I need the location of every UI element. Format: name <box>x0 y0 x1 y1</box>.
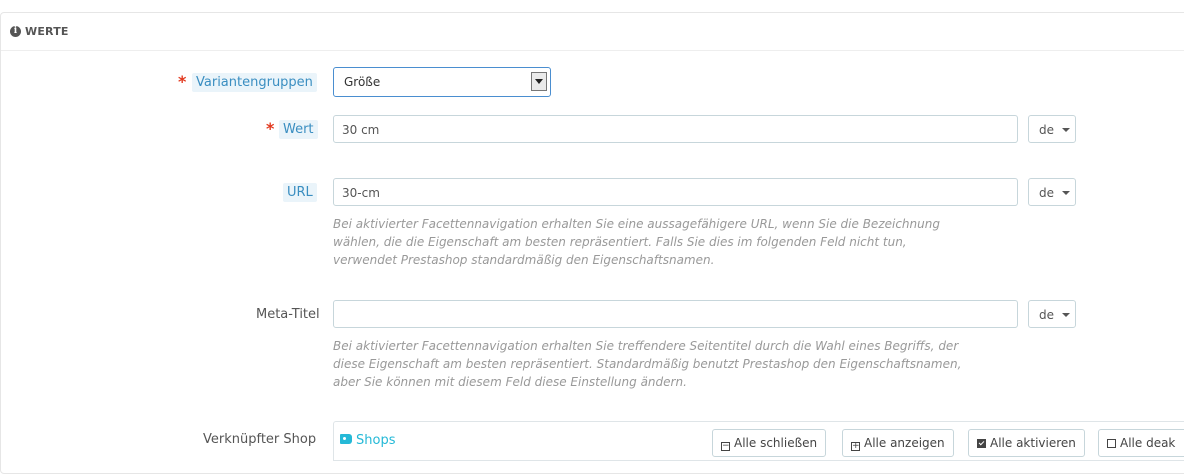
wert-input[interactable]: 30 cm <box>333 115 1018 143</box>
language-code: de <box>1039 308 1054 322</box>
caret-down-icon <box>1062 128 1070 132</box>
minus-square-icon: − <box>721 441 730 451</box>
help-line: verwendet Prestashop standardmäßig den E… <box>333 253 715 267</box>
info-circle-icon: i <box>10 26 21 37</box>
required-marker: * <box>178 72 187 91</box>
variantengruppen-label: Variantengruppen <box>192 73 317 92</box>
wert-label: Wert <box>279 120 318 139</box>
collapse-all-button[interactable]: − Alle schließen <box>712 429 827 457</box>
variantengruppen-selected: Größe <box>344 75 381 89</box>
panel-title: WERTE <box>25 25 69 38</box>
button-label: Alle schließen <box>734 436 818 450</box>
button-label: Alle deak <box>1120 436 1176 450</box>
help-line: Bei aktivierter Facettennavigation erhal… <box>333 339 959 353</box>
expand-all-button[interactable]: + Alle anzeigen <box>842 429 954 457</box>
meta-titel-label: Meta-Titel <box>256 307 320 322</box>
button-label: Alle anzeigen <box>864 436 945 450</box>
url-input[interactable]: 30-cm <box>333 178 1018 206</box>
empty-square-icon <box>1107 439 1116 448</box>
url-language-button[interactable]: de <box>1028 178 1076 206</box>
required-marker: * <box>266 119 275 138</box>
meta-titel-help-text: Bei aktivierter Facettennavigation erhal… <box>333 337 961 391</box>
help-line: Bei aktivierter Facettennavigation erhal… <box>333 217 940 231</box>
language-code: de <box>1039 186 1054 200</box>
url-label: URL <box>283 183 317 202</box>
caret-down-icon <box>1062 191 1070 195</box>
shop-association-label: Verknüpfter Shop <box>203 432 317 447</box>
checked-square-icon <box>977 439 986 448</box>
help-line: diese Eigenschaft am besten repräsentier… <box>333 357 962 371</box>
tag-icon <box>340 434 352 444</box>
meta-titel-input[interactable] <box>333 300 1018 328</box>
meta-titel-language-button[interactable]: de <box>1028 300 1076 328</box>
button-label: Alle aktivieren <box>990 436 1076 450</box>
plus-square-icon: + <box>851 441 860 451</box>
wert-language-button[interactable]: de <box>1028 115 1076 143</box>
panel-heading: i WERTE <box>1 13 1184 51</box>
caret-down-icon <box>1062 313 1070 317</box>
variantengruppen-select[interactable]: Größe <box>333 67 551 97</box>
help-line: wählen, die die Eigenschaft am besten re… <box>333 235 907 249</box>
help-line: aber Sie können mit diesem Feld diese Ei… <box>333 375 687 389</box>
chevron-down-icon[interactable] <box>531 72 547 91</box>
url-help-text: Bei aktivierter Facettennavigation erhal… <box>333 215 940 269</box>
uncheck-all-button[interactable]: Alle deak <box>1098 429 1184 457</box>
shops-tree-label[interactable]: Shops <box>356 433 395 448</box>
language-code: de <box>1039 123 1054 137</box>
check-all-button[interactable]: Alle aktivieren <box>968 429 1085 457</box>
